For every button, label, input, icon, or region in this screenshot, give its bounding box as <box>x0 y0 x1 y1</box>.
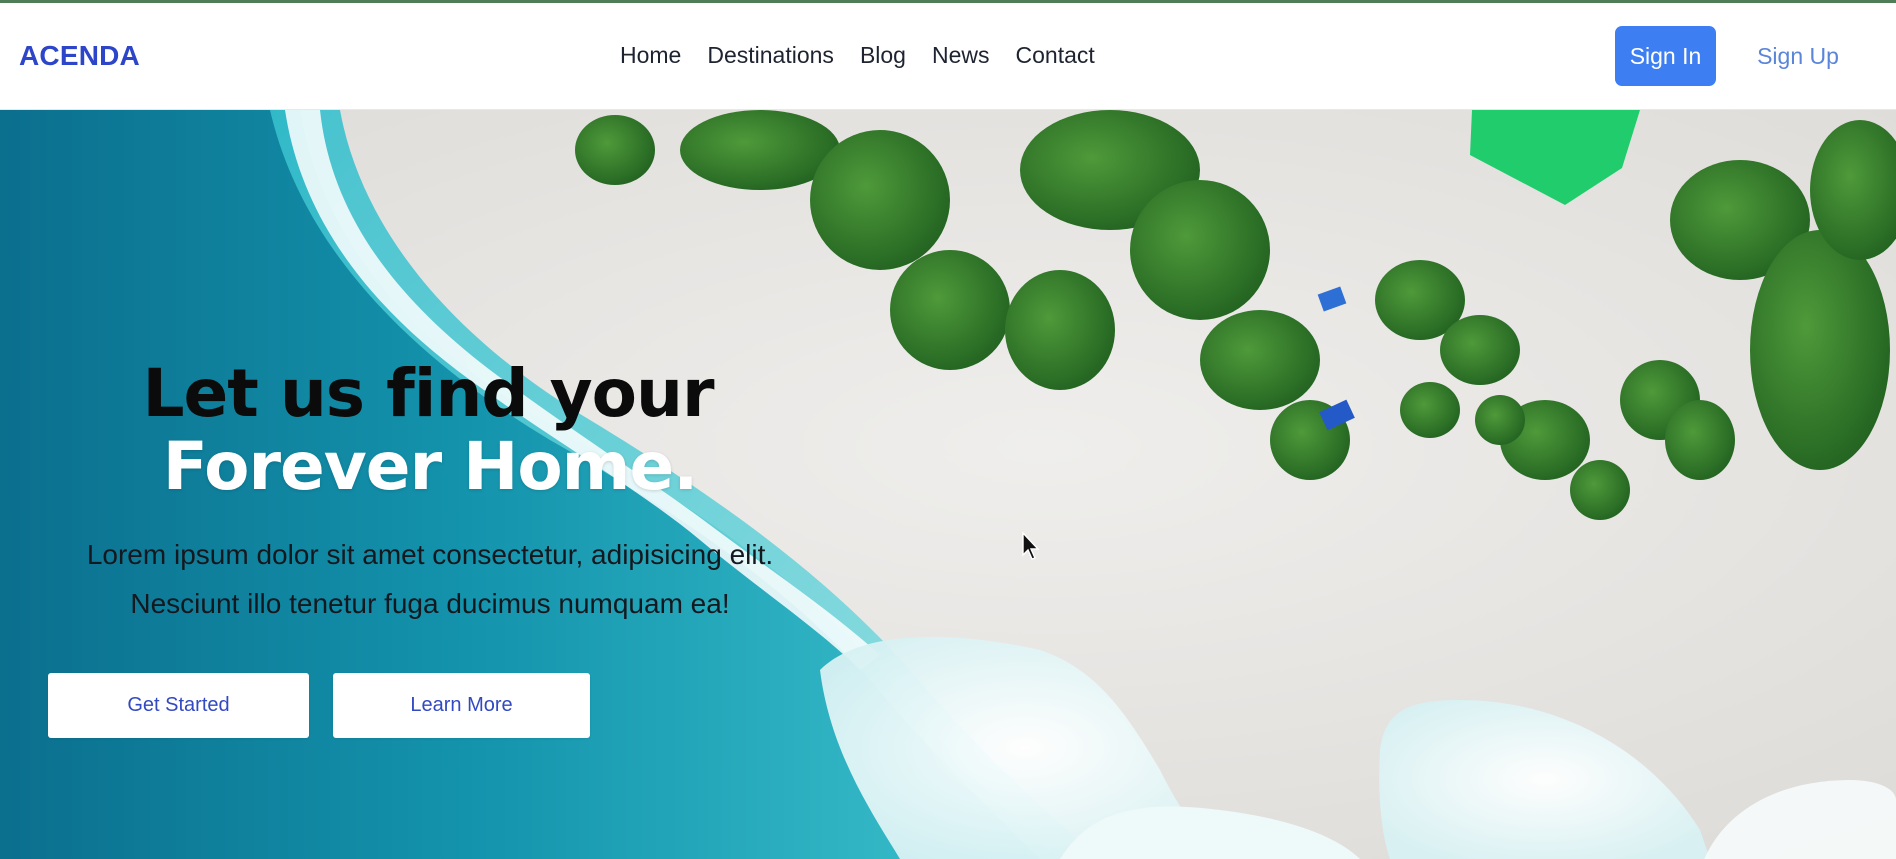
nav-contact-link[interactable]: Contact <box>1016 42 1095 69</box>
main-nav: Home Destinations Blog News Contact <box>620 42 1095 69</box>
hero-description: Lorem ipsum dolor sit amet consectetur, … <box>86 539 774 619</box>
sign-up-link[interactable]: Sign Up <box>1748 26 1848 86</box>
mouse-cursor-icon <box>1022 532 1040 560</box>
learn-more-button[interactable]: Learn More <box>333 673 590 738</box>
nav-blog-link[interactable]: Blog <box>860 42 906 69</box>
get-started-button[interactable]: Get Started <box>48 673 309 738</box>
hero-content: Let us find your Forever Home. Lorem ips… <box>0 110 860 859</box>
hero-headline-line-2: Forever Home. <box>162 428 699 505</box>
hero-section: Let us find your Forever Home. Lorem ips… <box>0 110 1896 859</box>
hero-headline-line-1: Let us find your <box>142 355 714 432</box>
sign-in-button[interactable]: Sign In <box>1615 26 1716 86</box>
nav-news-link[interactable]: News <box>932 42 990 69</box>
brand-logo[interactable]: ACENDA <box>19 40 140 72</box>
nav-home-link[interactable]: Home <box>620 42 681 69</box>
top-navbar: ACENDA Home Destinations Blog News Conta… <box>0 3 1896 110</box>
nav-destinations-link[interactable]: Destinations <box>707 42 834 69</box>
